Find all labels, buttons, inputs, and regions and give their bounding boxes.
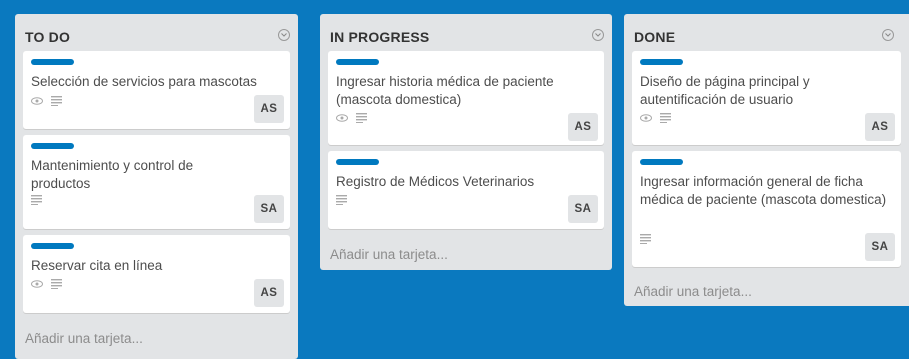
list-menu-icon[interactable] [278, 29, 290, 41]
card-title: Ingresar información general de ficha mé… [640, 174, 887, 207]
description-icon [51, 96, 62, 106]
card-label [336, 159, 379, 165]
member-avatar[interactable]: AS [568, 113, 598, 141]
card-badges [31, 279, 62, 289]
list-header: IN PROGRESS [330, 26, 604, 48]
card-label [31, 243, 74, 249]
add-card-link[interactable]: Añadir una tarjeta... [25, 331, 143, 346]
add-card-link[interactable]: Añadir una tarjeta... [634, 284, 752, 299]
description-icon [640, 234, 651, 244]
eye-icon [336, 114, 348, 122]
list-todo: TO DO Selección de servicios para mascot… [15, 14, 298, 359]
list-title: IN PROGRESS [330, 29, 430, 45]
list-menu-icon[interactable] [592, 29, 604, 41]
list-done: DONE Diseño de página principal y autent… [624, 14, 909, 306]
list-menu-icon[interactable] [882, 29, 894, 41]
list-in-progress: IN PROGRESS Ingresar historia médica de … [320, 14, 612, 270]
member-avatar[interactable]: AS [254, 279, 284, 307]
card-title: Selección de servicios para mascotas [31, 74, 257, 89]
card-title: Mantenimiento y control de productos [31, 158, 194, 191]
eye-icon [640, 114, 652, 122]
card-label [31, 59, 74, 65]
card[interactable]: Ingresar información general de ficha mé… [632, 151, 901, 267]
list-header: TO DO [25, 26, 290, 48]
card-badges [640, 234, 651, 244]
description-icon [660, 113, 671, 123]
card-badges [31, 96, 62, 106]
card-title: Diseño de página principal y autentifica… [640, 74, 810, 107]
card[interactable]: Mantenimiento y control de productos SA [23, 135, 290, 229]
list-header: DONE [634, 26, 906, 48]
description-icon [31, 195, 42, 205]
description-icon [356, 113, 367, 123]
add-card-link[interactable]: Añadir una tarjeta... [330, 247, 448, 262]
card-title: Reservar cita en línea [31, 258, 163, 273]
card-badges [31, 195, 42, 205]
card-label [336, 59, 379, 65]
member-avatar[interactable]: AS [865, 113, 895, 141]
card-label [640, 59, 683, 65]
card[interactable]: Registro de Médicos Veterinarios SA [328, 151, 604, 229]
card-badges [336, 113, 367, 123]
card-title: Ingresar historia médica de paciente (ma… [336, 74, 554, 107]
card[interactable]: Ingresar historia médica de paciente (ma… [328, 51, 604, 145]
card-badges [336, 195, 347, 205]
card[interactable]: Diseño de página principal y autentifica… [632, 51, 901, 145]
eye-icon [31, 280, 43, 288]
card-badges [640, 113, 671, 123]
eye-icon [31, 97, 43, 105]
member-avatar[interactable]: SA [568, 195, 598, 223]
member-avatar[interactable]: AS [254, 95, 284, 123]
member-avatar[interactable]: SA [865, 233, 895, 261]
card[interactable]: Selección de servicios para mascotas AS [23, 51, 290, 129]
card-label [31, 143, 74, 149]
description-icon [336, 195, 347, 205]
card[interactable]: Reservar cita en línea AS [23, 235, 290, 313]
card-title: Registro de Médicos Veterinarios [336, 174, 535, 189]
member-avatar[interactable]: SA [254, 195, 284, 223]
description-icon [51, 279, 62, 289]
card-label [640, 159, 683, 165]
list-title: TO DO [25, 29, 71, 45]
list-title: DONE [634, 29, 676, 45]
